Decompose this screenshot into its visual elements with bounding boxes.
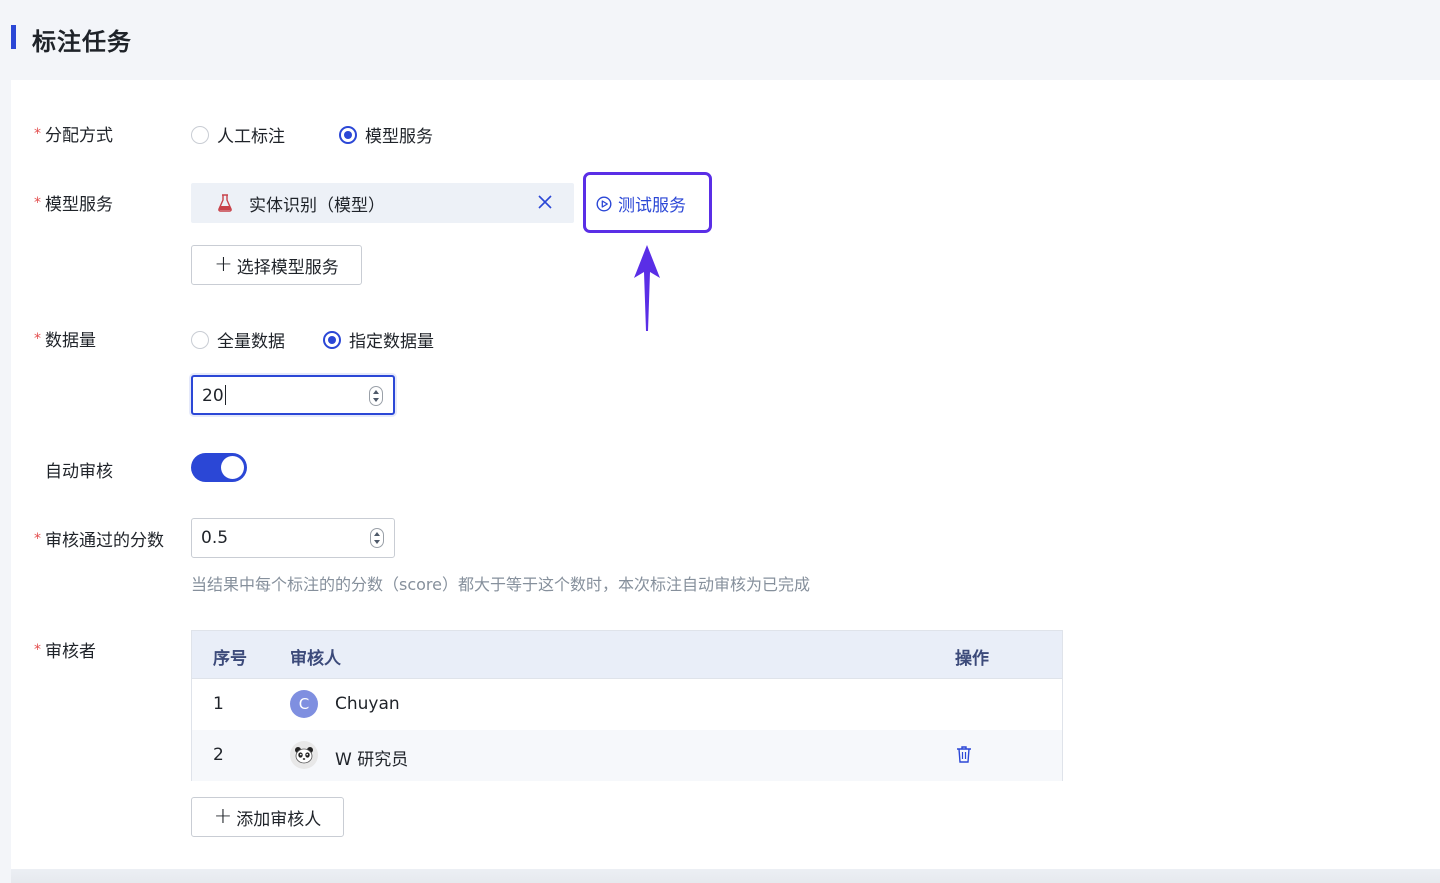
model-service-chip: 实体识别（模型） xyxy=(191,183,574,223)
radio-specified-volume[interactable]: 指定数据量 xyxy=(323,327,434,352)
toggle-knob xyxy=(221,456,244,479)
page-header: 标注任务 xyxy=(0,0,1440,80)
radio-dot xyxy=(191,125,209,144)
table-header: 序号 审核人 操作 xyxy=(192,631,1062,679)
add-reviewer-button[interactable]: + 添加审核人 xyxy=(191,797,344,837)
select-model-service-button[interactable]: + 选择模型服务 xyxy=(191,245,362,285)
table-row: 2 W 研究员 xyxy=(192,730,1062,781)
radio-manual[interactable]: 人工标注 xyxy=(191,122,285,147)
panda-avatar-icon xyxy=(290,741,318,769)
model-service-label: * 模型服务 xyxy=(34,195,113,215)
reviewers-table: 序号 审核人 操作 1 C Chuyan 2 W 研究员 xyxy=(191,630,1063,781)
radio-dot xyxy=(191,330,209,349)
test-service-button[interactable]: 测试服务 xyxy=(596,191,686,216)
play-circle-icon xyxy=(596,195,612,212)
auto-review-toggle[interactable] xyxy=(191,453,247,482)
stepper-icon[interactable] xyxy=(369,386,383,406)
reviewer-name: W 研究员 xyxy=(335,750,409,770)
plus-icon: + xyxy=(214,252,233,277)
plus-icon: + xyxy=(213,804,233,829)
reviewers-label: * 审核者 xyxy=(34,642,96,662)
arrow-up-icon xyxy=(634,245,660,331)
radio-model-service[interactable]: 模型服务 xyxy=(339,122,433,147)
data-volume-input[interactable]: 20 xyxy=(191,375,395,415)
avatar: C xyxy=(290,690,318,718)
auto-review-label: 自动审核 xyxy=(45,462,113,482)
trash-icon[interactable] xyxy=(956,745,972,763)
column-index: 序号 xyxy=(213,649,247,669)
column-reviewer: 审核人 xyxy=(290,649,341,669)
flask-icon xyxy=(218,194,232,212)
data-volume-label: * 数据量 xyxy=(34,331,96,351)
column-actions: 操作 xyxy=(955,649,989,669)
close-icon[interactable] xyxy=(536,193,554,211)
pass-score-hint: 当结果中每个标注的的分数（score）都大于等于这个数时，本次标注自动审核为已完… xyxy=(191,575,810,594)
title-accent-bar xyxy=(11,25,16,49)
model-service-name: 实体识别（模型） xyxy=(249,195,385,216)
page-title: 标注任务 xyxy=(32,28,132,56)
text-caret xyxy=(224,385,226,405)
pass-score-input[interactable]: 0.5 xyxy=(191,518,395,558)
reviewer-name: Chuyan xyxy=(335,694,400,714)
page-bottom-edge xyxy=(11,869,1440,883)
radio-dot-selected xyxy=(323,330,341,349)
radio-dot-selected xyxy=(339,125,357,144)
stepper-icon[interactable] xyxy=(370,528,384,548)
assign-label: * 分配方式 xyxy=(34,126,113,146)
table-row: 1 C Chuyan xyxy=(192,679,1062,730)
radio-all-data[interactable]: 全量数据 xyxy=(191,327,285,352)
pass-score-label: * 审核通过的分数 xyxy=(34,531,164,551)
